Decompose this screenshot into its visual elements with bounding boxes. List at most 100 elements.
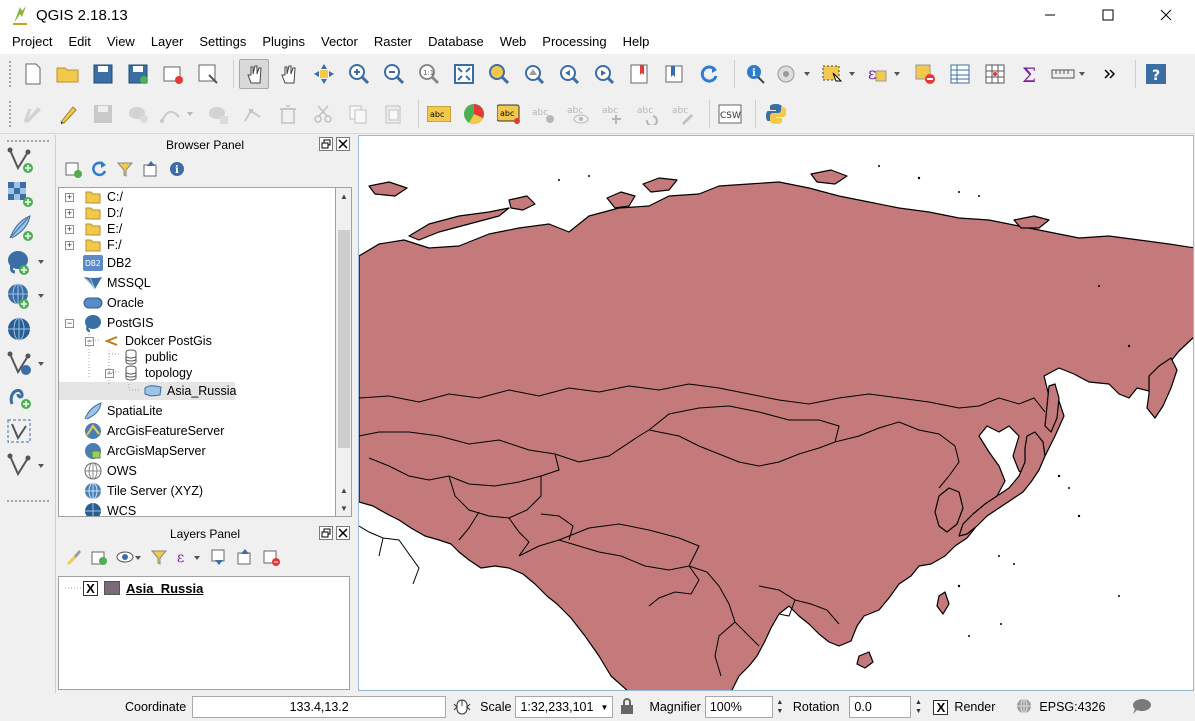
add-wcs-layer-button[interactable] <box>6 315 50 345</box>
minimize-button[interactable] <box>1021 0 1079 30</box>
menu-processing[interactable]: Processing <box>534 30 614 54</box>
scrollbar-thumb[interactable] <box>338 230 350 448</box>
node-tool-button[interactable] <box>238 99 268 129</box>
new-project-button[interactable] <box>18 59 48 89</box>
zoom-next-button[interactable] <box>589 59 619 89</box>
lock-scale-icon[interactable] <box>619 697 637 718</box>
add-virtual-layer-button[interactable] <box>6 417 50 447</box>
scroll-up-arrow-icon[interactable]: ▲ <box>338 190 350 202</box>
pan-map-button[interactable] <box>239 59 269 89</box>
close-panel-icon[interactable] <box>336 526 350 540</box>
zoom-last-button[interactable] <box>554 59 584 89</box>
menu-raster[interactable]: Raster <box>366 30 420 54</box>
collapse-all-icon[interactable] <box>236 548 254 569</box>
save-project-button[interactable] <box>88 59 118 89</box>
add-wfs-layer-button[interactable] <box>6 349 50 379</box>
layer-visibility-checkbox[interactable]: X <box>83 580 98 596</box>
composer-manager-button[interactable] <box>193 59 223 89</box>
close-button[interactable] <box>1137 0 1195 30</box>
toolbar-grip[interactable] <box>6 139 50 143</box>
pin-unpin-labels-button[interactable]: abc <box>529 99 559 129</box>
identify-features-button[interactable]: i <box>740 59 770 89</box>
toolbar-grip[interactable] <box>8 99 12 128</box>
menu-help[interactable]: Help <box>615 30 658 54</box>
undock-icon[interactable] <box>319 526 333 540</box>
crs-status[interactable]: EPSG:4326 <box>1039 700 1105 714</box>
open-project-button[interactable] <box>53 59 83 89</box>
map-canvas[interactable] <box>358 135 1194 691</box>
layer-name[interactable]: Asia_Russia <box>126 581 203 596</box>
expand-all-icon[interactable] <box>210 548 228 569</box>
add-postgis-layer-button[interactable] <box>6 247 50 277</box>
scroll-up-arrow-icon[interactable]: ▲ <box>338 484 350 496</box>
toolbar-grip[interactable] <box>8 60 12 88</box>
remove-layer-icon[interactable] <box>262 548 280 569</box>
field-calculator-button[interactable] <box>980 59 1010 89</box>
asia-russia-map[interactable] <box>359 136 1194 691</box>
rotate-label-button[interactable]: abc <box>634 99 664 129</box>
save-layer-edits-button[interactable] <box>88 99 118 129</box>
more-tools-button[interactable] <box>1095 59 1125 89</box>
coordinate-field[interactable]: 133.4,13.2 <box>192 696 447 718</box>
add-wms-layer-button[interactable] <box>6 281 50 311</box>
browser-scrollbar[interactable]: ▲ ▲ ▼ <box>336 187 352 517</box>
zoom-actual-size-button[interactable]: 1:1 <box>414 59 444 89</box>
add-vector-layer-button[interactable] <box>6 145 50 175</box>
style-brush-icon[interactable] <box>64 548 82 569</box>
rotation-spinner[interactable]: ▲ ▼ <box>911 696 925 718</box>
layer-row-asia-russia[interactable]: X Asia_Russia <box>83 579 203 597</box>
add-delimited-text-button[interactable] <box>6 383 50 413</box>
metasearch-csw-button[interactable]: CSW <box>715 99 745 129</box>
pan-hand-icon[interactable] <box>274 59 304 89</box>
cut-features-button[interactable] <box>308 99 338 129</box>
menu-project[interactable]: Project <box>4 30 60 54</box>
menu-web[interactable]: Web <box>492 30 535 54</box>
select-by-expression-button[interactable]: ε <box>865 59 905 89</box>
render-checkbox[interactable]: X <box>933 699 949 715</box>
new-bookmark-button[interactable] <box>624 59 654 89</box>
new-print-composer-button[interactable] <box>158 59 188 89</box>
toggle-extents-mouse-icon[interactable] <box>452 698 472 716</box>
add-feature-button[interactable] <box>123 99 153 129</box>
collapse-all-icon[interactable] <box>142 160 160 181</box>
show-bookmarks-button[interactable] <box>659 59 689 89</box>
highlight-pinned-labels-button[interactable]: abc <box>494 99 524 129</box>
maximize-button[interactable] <box>1079 0 1137 30</box>
zoom-in-button[interactable] <box>344 59 374 89</box>
new-shapefile-layer-button[interactable] <box>6 451 50 481</box>
deselect-features-button[interactable] <box>910 59 940 89</box>
move-feature-button[interactable] <box>203 99 233 129</box>
toggle-editing-button[interactable] <box>53 99 83 129</box>
manage-visibility-eye-icon[interactable] <box>116 548 142 569</box>
add-raster-layer-button[interactable] <box>6 179 50 209</box>
menu-database[interactable]: Database <box>420 30 492 54</box>
filter-icon[interactable] <box>116 160 134 181</box>
zoom-to-layer-button[interactable] <box>519 59 549 89</box>
open-attribute-table-button[interactable] <box>945 59 975 89</box>
chevron-down-icon[interactable]: ▼ <box>601 703 609 712</box>
undock-icon[interactable] <box>319 137 333 151</box>
show-hide-labels-button[interactable]: abc <box>564 99 594 129</box>
layer-diagram-options-button[interactable] <box>459 99 489 129</box>
copy-features-button[interactable] <box>343 99 373 129</box>
refresh-icon[interactable] <box>90 160 108 181</box>
crs-globe-icon[interactable] <box>1015 697 1035 718</box>
scale-combobox[interactable]: 1:32,233,101 ▼ <box>515 696 614 718</box>
zoom-to-selection-button[interactable] <box>484 59 514 89</box>
zoom-full-button[interactable] <box>449 59 479 89</box>
filter-legend-icon[interactable] <box>150 548 168 569</box>
menu-plugins[interactable]: Plugins <box>254 30 313 54</box>
python-console-button[interactable] <box>761 99 791 129</box>
help-button[interactable]: ? <box>1141 59 1171 89</box>
save-as-button[interactable] <box>123 59 153 89</box>
delete-selected-button[interactable] <box>273 99 303 129</box>
messages-speech-bubble-icon[interactable] <box>1131 697 1153 718</box>
toolbar-grip[interactable] <box>6 499 50 503</box>
rotation-field[interactable]: 0.0 <box>849 696 912 718</box>
menu-layer[interactable]: Layer <box>143 30 192 54</box>
pan-to-selection-button[interactable] <box>309 59 339 89</box>
scroll-down-arrow-icon[interactable]: ▼ <box>338 502 350 514</box>
statistical-summary-button[interactable]: Σ <box>1015 59 1045 89</box>
refresh-button[interactable] <box>694 59 724 89</box>
properties-info-icon[interactable]: i <box>168 160 186 181</box>
